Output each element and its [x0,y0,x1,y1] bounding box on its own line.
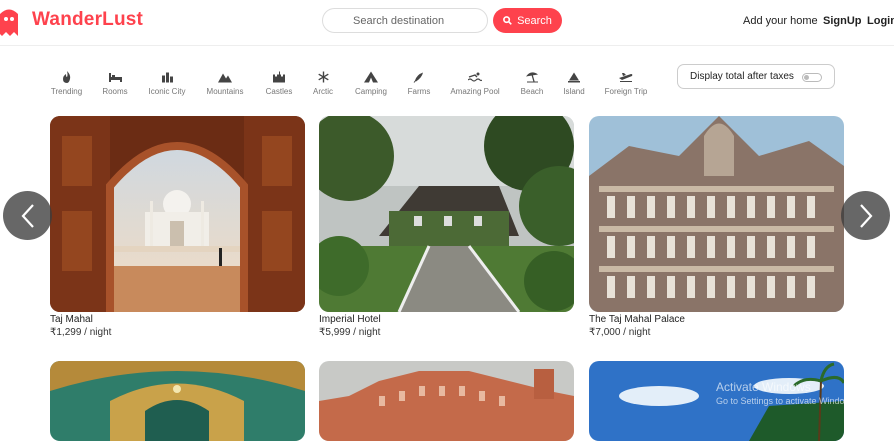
add-home-link[interactable]: Add your home [743,15,818,27]
search-button-label: Search [517,14,552,27]
filter-rooms[interactable]: Rooms [101,70,129,96]
listing-image-taj-mahal-palace[interactable] [589,116,844,312]
listing-image-hawa-mahal[interactable] [319,361,574,441]
watermark-title: Activate Windows [716,380,811,394]
filter-label: Mountains [206,87,244,96]
city-icon [161,72,173,83]
filter-island[interactable]: Island [560,70,588,96]
listing-image-taj-mahal[interactable] [50,116,305,312]
logo-icon[interactable] [0,8,18,36]
listing-card[interactable]: The Taj Mahal Palace ₹7,000 / night [589,116,844,338]
filter-label: Castles [265,87,293,96]
listing-title: The Taj Mahal Palace [589,314,685,325]
filter-label: Foreign Trip [604,87,648,96]
listing-title: Taj Mahal [50,314,93,325]
filter-castles[interactable]: Castles [264,70,294,96]
listing-card[interactable]: Imperial Hotel ₹5,999 / night [319,116,574,338]
carousel-next-button[interactable] [841,191,890,240]
tractor-icon [413,72,423,83]
tax-toggle-switch[interactable] [802,73,822,82]
activate-windows-watermark: Activate Windows Go to Settings to activ… [716,380,858,408]
filter-amazing-pool[interactable]: Amazing Pool [448,70,502,96]
tax-toggle-label: Display total after taxes [690,71,794,82]
filter-label: Beach [520,87,544,96]
search-input[interactable] [322,8,488,33]
filter-farms[interactable]: Farms [405,70,433,96]
listing-image-temple[interactable] [50,361,305,441]
filter-label: Farms [407,87,431,96]
watermark-subtitle: Go to Settings to activate Windows. [716,396,859,406]
filter-label: Iconic City [148,87,186,96]
swimmer-icon [468,72,482,82]
login-link[interactable]: Login [867,15,894,27]
filter-beach[interactable]: Beach [518,70,546,96]
chevron-right-icon [859,203,872,228]
plane-icon [619,73,633,82]
island-icon [568,72,580,83]
filter-arctic[interactable]: Arctic [310,70,336,96]
castle-icon [273,71,285,83]
filter-label: Arctic [313,87,333,96]
listing-price: ₹1,299 / night [50,327,112,338]
filter-label: Island [563,87,585,96]
listing-price: ₹5,999 / night [319,327,381,338]
mountain-icon [218,73,232,83]
navbar: WanderLust Search Add your home SignUp L… [0,0,894,46]
listing-price: ₹7,000 / night [589,327,651,338]
filter-trending[interactable]: Trending [50,70,83,96]
filter-label: Amazing Pool [450,87,500,96]
search-icon [503,16,512,25]
campground-icon [364,71,378,83]
chevron-left-icon [21,203,34,228]
bed-icon [108,73,122,82]
brand-name[interactable]: WanderLust [32,9,143,31]
tax-toggle[interactable]: Display total after taxes [677,64,835,89]
filter-label: Trending [50,87,83,96]
filter-mountains[interactable]: Mountains [205,70,245,96]
umbrella-beach-icon [525,72,538,83]
search-button[interactable]: Search [493,8,562,33]
filter-iconic-city[interactable]: Iconic City [146,70,188,96]
filter-foreign-trip[interactable]: Foreign Trip [603,70,649,96]
snowflake-icon [317,71,329,83]
listing-title: Imperial Hotel [319,314,381,325]
listing-card[interactable]: Taj Mahal ₹1,299 / night [50,116,305,338]
listing-image-imperial-hotel[interactable] [319,116,574,312]
filter-label: Camping [354,87,387,96]
filter-camping[interactable]: Camping [352,70,390,96]
signup-link[interactable]: SignUp [823,15,862,27]
filter-label: Rooms [102,87,128,96]
carousel-prev-button[interactable] [3,191,52,240]
flame-icon [62,71,70,83]
